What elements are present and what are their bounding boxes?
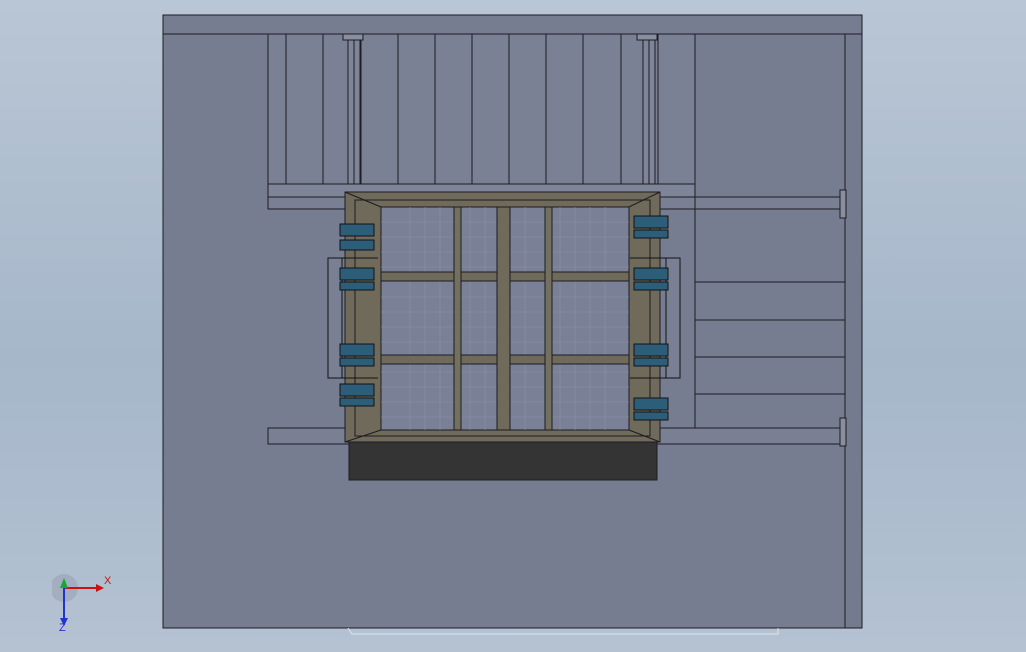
- triad-x-label: X: [104, 575, 112, 587]
- panel-right-strip: [844, 33, 863, 629]
- base-block: [348, 441, 658, 481]
- top-slats: [267, 33, 696, 185]
- view-orientation-triad: X Z: [50, 572, 116, 636]
- triad-z-label: Z: [59, 622, 66, 634]
- panel-bottom-lip: [347, 627, 779, 635]
- graphics-viewport[interactable]: X Z: [0, 0, 1026, 652]
- cad-model-view[interactable]: [0, 0, 1026, 652]
- gate-frame: [344, 191, 661, 443]
